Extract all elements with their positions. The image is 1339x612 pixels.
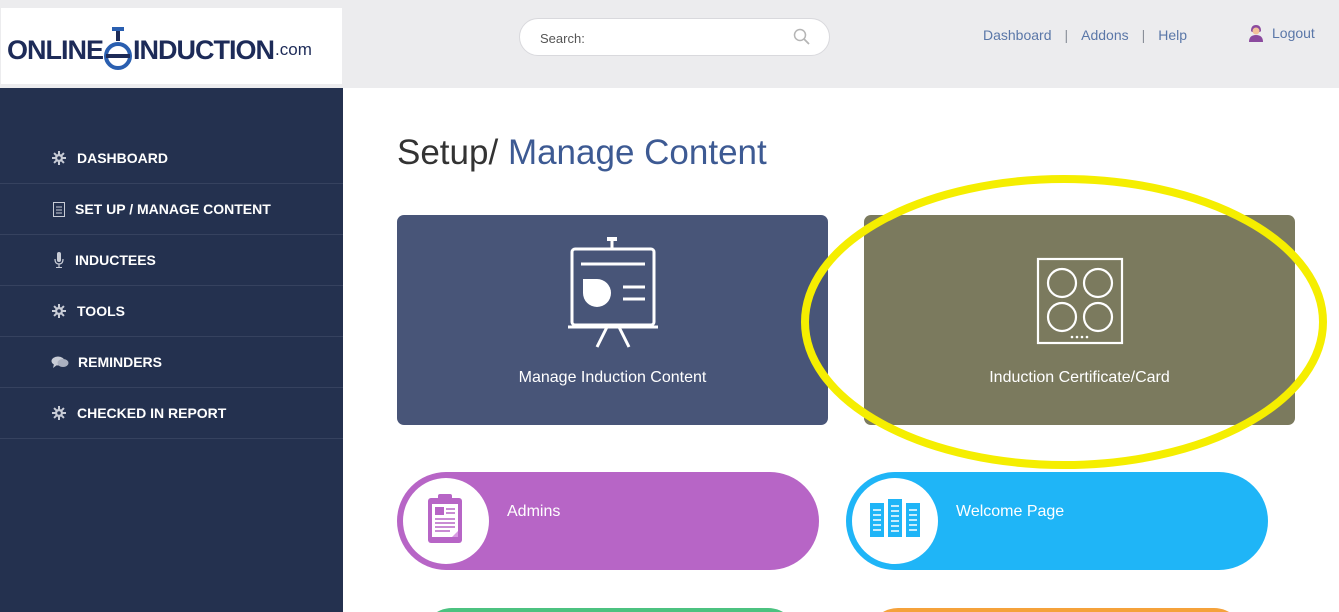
presentation-board-icon [567,235,659,349]
sidebar-item-inductees[interactable]: INDUCTEES [0,235,343,286]
induction-certificate-card[interactable]: Induction Certificate/Card [864,215,1295,425]
gear-icon [51,303,67,319]
cooktop-icon [1036,257,1124,345]
sidebar-item-dashboard[interactable]: DASHBOARD [0,133,343,184]
header-link-dashboard[interactable]: Dashboard [983,27,1052,43]
logo-box[interactable]: ONLINE INDUCTION .com [1,8,342,84]
manage-induction-content-card[interactable]: Manage Induction Content [397,215,828,425]
card-label: Manage Induction Content [518,369,707,386]
header-link-addons[interactable]: Addons [1081,27,1128,43]
link-separator: | [1141,27,1146,43]
server-racks-icon [869,498,921,544]
logo-mark-icon [104,27,133,73]
sidebar-item-label: DASHBOARD [77,150,168,166]
sidebar-item-checked-in-report[interactable]: CHECKED IN REPORT [0,388,343,439]
tile-label: Admins [507,503,561,520]
clipboard-icon [426,493,466,550]
sidebar-item-label: REMINDERS [78,354,163,370]
sidebar-item-label: SET UP / MANAGE CONTENT [75,201,271,217]
logo-word-online: ONLINE [7,34,104,65]
document-icon [51,201,67,217]
gear-icon [51,405,67,421]
top-bar: ONLINE INDUCTION .com Dashboard | [0,0,1339,88]
welcome-icon-circle [852,478,938,564]
partial-tile-orange[interactable] [868,608,1244,612]
header-link-help[interactable]: Help [1158,27,1187,43]
card-label: Induction Certificate/Card [989,369,1170,386]
logout-label: Logout [1272,25,1315,41]
chat-icon [51,354,69,370]
sidebar-item-label: INDUCTEES [75,252,156,268]
logo-word-induction: INDUCTION [133,34,275,65]
gear-icon [51,150,67,166]
sidebar: DASHBOARD SET UP / MANAGE CONTENT INDUCT… [0,88,343,612]
sidebar-item-setup-manage-content[interactable]: SET UP / MANAGE CONTENT [0,184,343,235]
user-icon [1247,24,1265,42]
sidebar-item-label: TOOLS [77,303,125,319]
page-title-prefix: Setup/ [397,133,499,172]
admins-icon-circle [403,478,489,564]
link-separator: | [1064,27,1069,43]
page-title: Setup/ Manage Content [397,133,767,173]
page-title-accent: Manage Content [507,133,767,172]
search-input[interactable] [540,28,790,48]
sidebar-item-tools[interactable]: TOOLS [0,286,343,337]
tile-label: Welcome Page [956,503,1065,520]
sidebar-item-label: CHECKED IN REPORT [77,405,227,421]
header-links: Dashboard | Addons | Help [983,25,1187,45]
sidebar-item-reminders[interactable]: REMINDERS [0,337,343,388]
logout-link[interactable]: Logout [1247,23,1315,43]
microphone-icon [51,252,67,268]
sidebar-nav: DASHBOARD SET UP / MANAGE CONTENT INDUCT… [0,133,343,439]
search-box[interactable] [519,18,830,56]
welcome-page-tile[interactable]: Welcome Page [846,472,1268,570]
admins-tile[interactable]: Admins [397,472,819,570]
logo-domain: .com [275,40,312,59]
search-icon[interactable] [792,27,812,47]
brand-logo[interactable]: ONLINE INDUCTION .com [7,24,312,76]
partial-tile-green[interactable] [422,608,798,612]
